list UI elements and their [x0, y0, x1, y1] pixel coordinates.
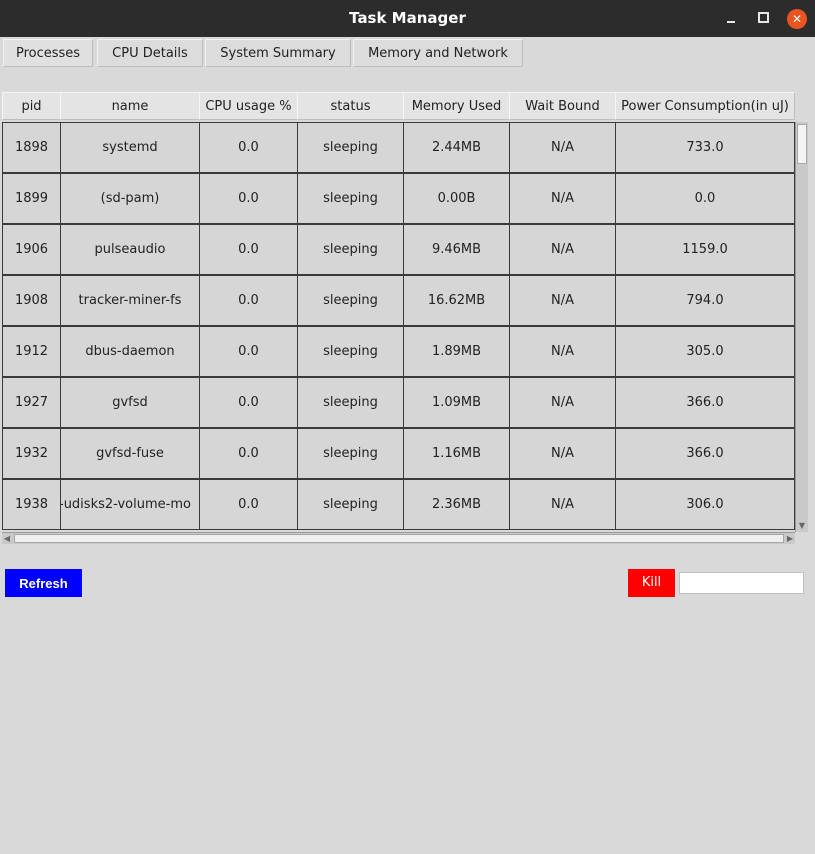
cell-wait-bound: N/A — [509, 122, 616, 173]
cell-memory-used: 2.44MB — [403, 122, 510, 173]
scroll-right-arrow-icon[interactable]: ▶ — [785, 533, 795, 544]
table-row[interactable]: 1927 gvfsd 0.0 sleeping 1.09MB N/A 366.0 — [2, 377, 795, 428]
vertical-scroll-thumb[interactable] — [797, 124, 807, 164]
cell-wait-bound: N/A — [509, 326, 616, 377]
cell-name: dbus-daemon — [60, 326, 200, 377]
cell-pid: 1932 — [2, 428, 61, 479]
table-body: 1898 systemd 0.0 sleeping 2.44MB N/A 733… — [2, 122, 795, 532]
cell-status: sleeping — [297, 224, 404, 275]
window-title: Task Manager — [349, 9, 466, 27]
cell-name: -udisks2-volume-mo — [60, 479, 200, 530]
cell-wait-bound: N/A — [509, 173, 616, 224]
cell-power-consumption: 306.0 — [615, 479, 795, 530]
cell-status: sleeping — [297, 173, 404, 224]
cell-memory-used: 0.00B — [403, 173, 510, 224]
cell-wait-bound: N/A — [509, 275, 616, 326]
column-header-power-consumption[interactable]: Power Consumption(in uJ) — [615, 92, 795, 120]
cell-power-consumption: 733.0 — [615, 122, 795, 173]
vertical-scrollbar[interactable]: ▼ — [795, 122, 808, 532]
cell-wait-bound: N/A — [509, 479, 616, 530]
cell-memory-used: 2.36MB — [403, 479, 510, 530]
cell-status: sleeping — [297, 326, 404, 377]
table-header: pid name CPU usage % status Memory Used … — [2, 91, 795, 121]
cell-power-consumption: 794.0 — [615, 275, 795, 326]
minimize-icon[interactable] — [721, 9, 741, 29]
task-manager-window: Task Manager ✕ Processes CPU Details Sys… — [0, 0, 815, 854]
table-row[interactable]: 1899 (sd-pam) 0.0 sleeping 0.00B N/A 0.0 — [2, 173, 795, 224]
cell-name: tracker-miner-fs — [60, 275, 200, 326]
cell-cpu-usage: 0.0 — [199, 326, 298, 377]
cell-wait-bound: N/A — [509, 224, 616, 275]
cell-cpu-usage: 0.0 — [199, 479, 298, 530]
horizontal-scrollbar[interactable]: ◀ ▶ — [2, 532, 795, 544]
table-row[interactable]: 1898 systemd 0.0 sleeping 2.44MB N/A 733… — [2, 122, 795, 173]
cell-memory-used: 9.46MB — [403, 224, 510, 275]
cell-status: sleeping — [297, 377, 404, 428]
tab-cpu-details[interactable]: CPU Details — [97, 39, 203, 67]
cell-memory-used: 1.09MB — [403, 377, 510, 428]
cell-cpu-usage: 0.0 — [199, 377, 298, 428]
cell-name: pulseaudio — [60, 224, 200, 275]
tab-system-summary[interactable]: System Summary — [205, 39, 351, 67]
cell-memory-used: 1.89MB — [403, 326, 510, 377]
cell-pid: 1906 — [2, 224, 61, 275]
column-header-memory-used[interactable]: Memory Used — [403, 92, 510, 120]
maximize-icon[interactable] — [753, 9, 773, 29]
cell-pid: 1899 — [2, 173, 61, 224]
column-header-wait-bound[interactable]: Wait Bound — [509, 92, 616, 120]
cell-pid: 1898 — [2, 122, 61, 173]
table-row[interactable]: 1906 pulseaudio 0.0 sleeping 9.46MB N/A … — [2, 224, 795, 275]
cell-status: sleeping — [297, 479, 404, 530]
cell-name: (sd-pam) — [60, 173, 200, 224]
table-row[interactable]: 1912 dbus-daemon 0.0 sleeping 1.89MB N/A… — [2, 326, 795, 377]
cell-power-consumption: 366.0 — [615, 377, 795, 428]
cell-power-consumption: 305.0 — [615, 326, 795, 377]
cell-pid: 1927 — [2, 377, 61, 428]
cell-cpu-usage: 0.0 — [199, 173, 298, 224]
cell-wait-bound: N/A — [509, 428, 616, 479]
tab-memory-and-network[interactable]: Memory and Network — [353, 39, 523, 67]
title-bar: Task Manager ✕ — [0, 0, 815, 37]
tab-processes[interactable]: Processes — [3, 39, 93, 67]
cell-memory-used: 1.16MB — [403, 428, 510, 479]
table-row[interactable]: 1908 tracker-miner-fs 0.0 sleeping 16.62… — [2, 275, 795, 326]
kill-pid-input[interactable] — [679, 572, 804, 594]
process-table: pid name CPU usage % status Memory Used … — [2, 91, 808, 546]
cell-name: systemd — [60, 122, 200, 173]
cell-status: sleeping — [297, 428, 404, 479]
table-row[interactable]: 1938 -udisks2-volume-mo 0.0 sleeping 2.3… — [2, 479, 795, 530]
scroll-left-arrow-icon[interactable]: ◀ — [2, 533, 12, 544]
column-header-name[interactable]: name — [60, 92, 200, 120]
cell-cpu-usage: 0.0 — [199, 275, 298, 326]
refresh-button[interactable]: Refresh — [5, 569, 82, 597]
cell-cpu-usage: 0.0 — [199, 224, 298, 275]
cell-pid: 1912 — [2, 326, 61, 377]
cell-wait-bound: N/A — [509, 377, 616, 428]
cell-pid: 1938 — [2, 479, 61, 530]
cell-memory-used: 16.62MB — [403, 275, 510, 326]
cell-pid: 1908 — [2, 275, 61, 326]
column-header-cpu-usage[interactable]: CPU usage % — [199, 92, 298, 120]
cell-cpu-usage: 0.0 — [199, 122, 298, 173]
cell-name: gvfsd — [60, 377, 200, 428]
cell-status: sleeping — [297, 275, 404, 326]
column-header-status[interactable]: status — [297, 92, 404, 120]
cell-power-consumption: 366.0 — [615, 428, 795, 479]
horizontal-scroll-thumb[interactable] — [14, 534, 784, 543]
cell-status: sleeping — [297, 122, 404, 173]
close-icon[interactable]: ✕ — [787, 9, 807, 29]
kill-button[interactable]: Kill — [628, 569, 675, 597]
table-row[interactable]: 1932 gvfsd-fuse 0.0 sleeping 1.16MB N/A … — [2, 428, 795, 479]
scroll-down-arrow-icon[interactable]: ▼ — [796, 521, 808, 531]
cell-cpu-usage: 0.0 — [199, 428, 298, 479]
cell-power-consumption: 1159.0 — [615, 224, 795, 275]
column-header-pid[interactable]: pid — [2, 92, 61, 120]
cell-name: gvfsd-fuse — [60, 428, 200, 479]
cell-power-consumption: 0.0 — [615, 173, 795, 224]
